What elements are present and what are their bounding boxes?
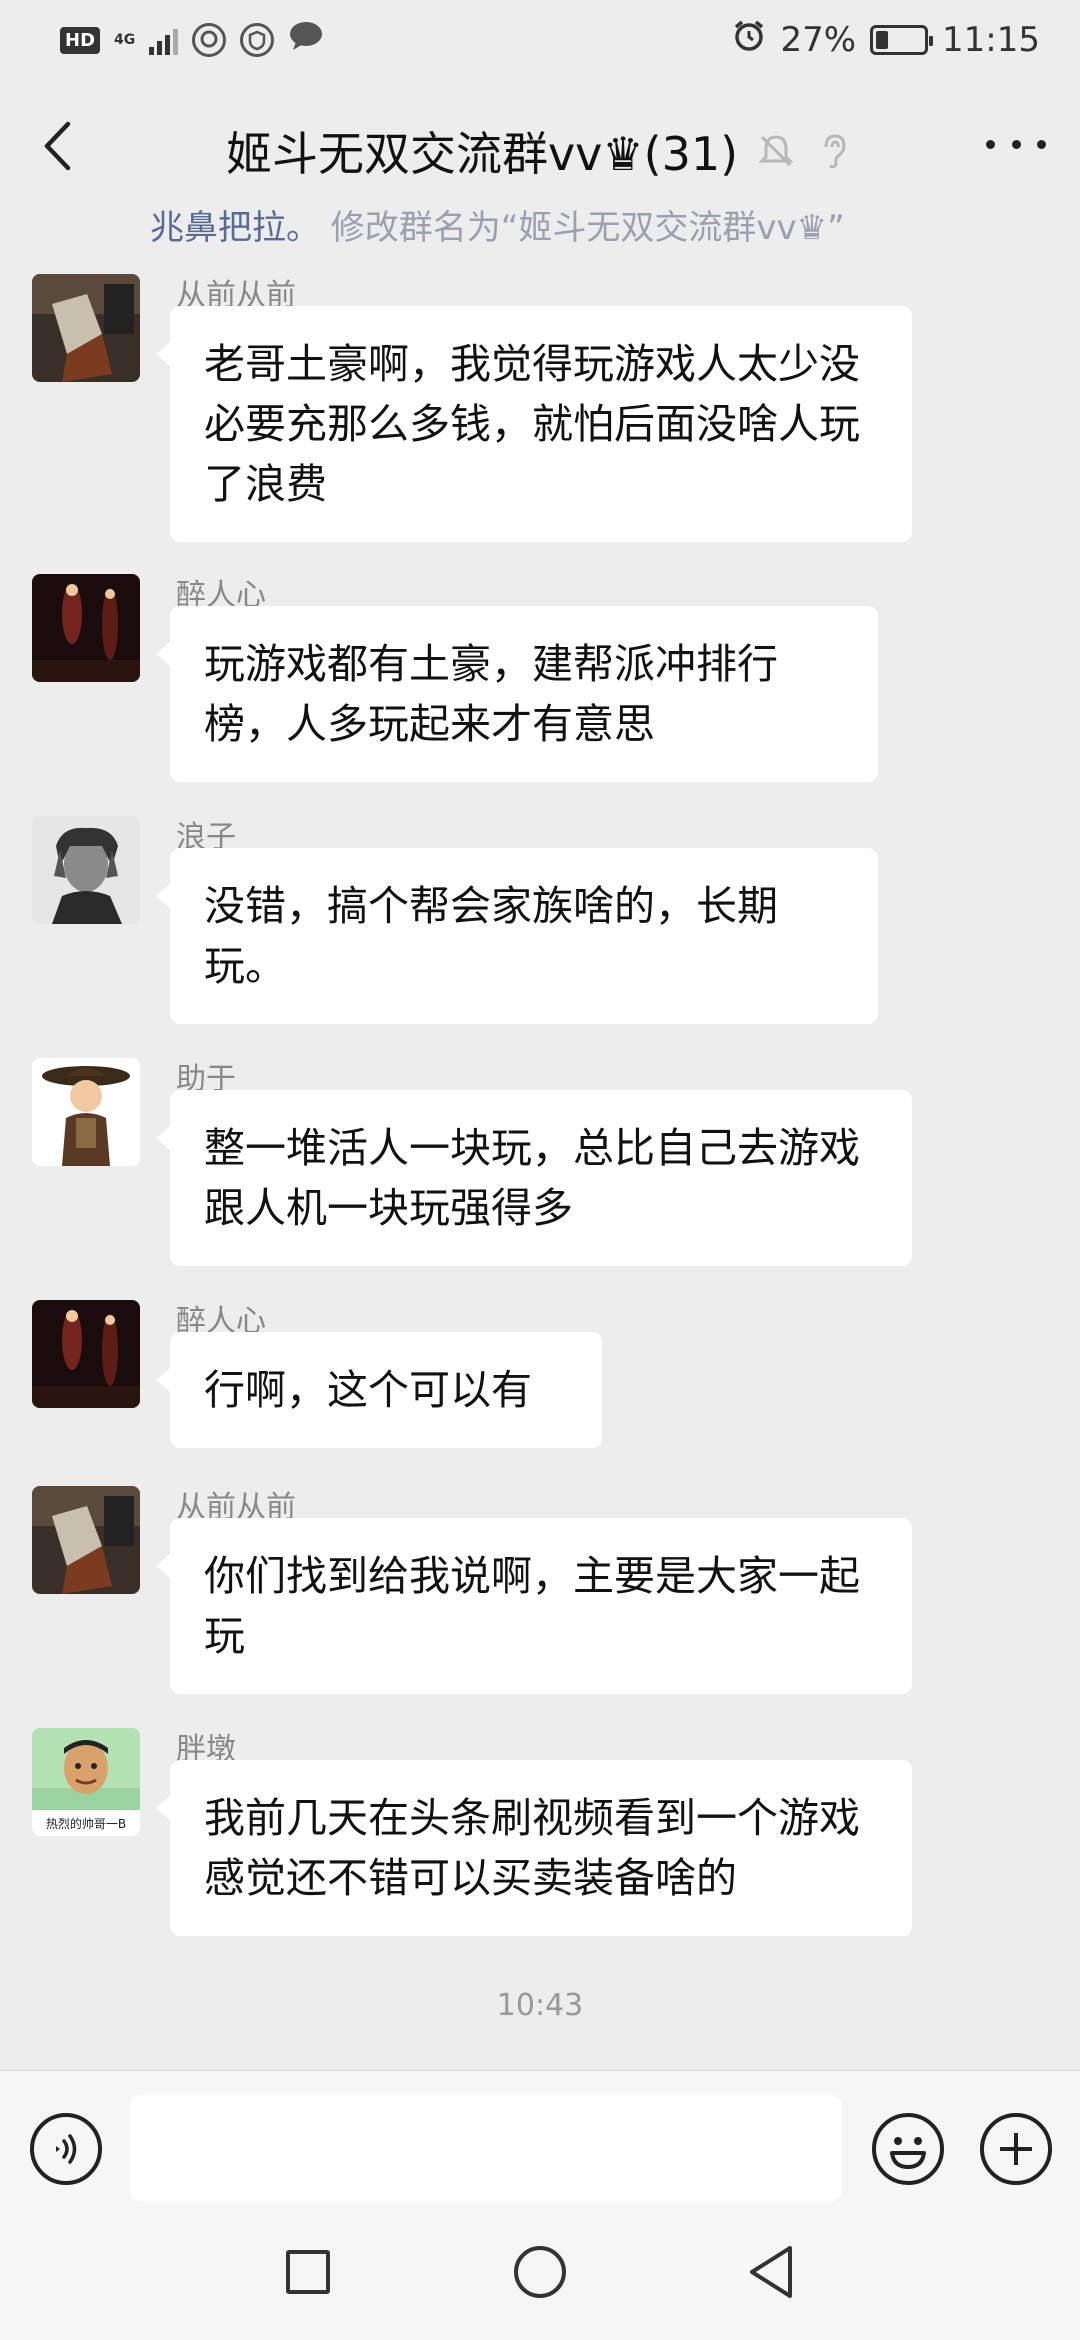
message-bubble[interactable]: 玩游戏都有土豪，建帮派冲排行榜，人多玩起来才有意思 bbox=[156, 606, 878, 782]
more-button[interactable] bbox=[986, 124, 1046, 164]
avatar-caption: 热烈的帅哥一B bbox=[46, 1816, 126, 1831]
notice-text: 修改群名为“姬斗无双交流群vv♛” bbox=[320, 210, 845, 248]
emoji-icon bbox=[890, 2137, 926, 2169]
message-text: 玩游戏都有土豪，建帮派冲排行榜，人多玩起来才有意思 bbox=[204, 640, 778, 748]
message-text: 老哥土豪啊，我觉得玩游戏人太少没必要充那么多钱，就怕后面没啥人玩了浪费 bbox=[204, 340, 860, 508]
voice-button[interactable] bbox=[30, 2113, 102, 2185]
message-bubble[interactable]: 老哥土豪啊，我觉得玩游戏人太少没必要充那么多钱，就怕后面没啥人玩了浪费 bbox=[156, 306, 912, 542]
plus-button[interactable] bbox=[980, 2113, 1052, 2185]
message-input[interactable] bbox=[130, 2095, 842, 2201]
shield-icon bbox=[240, 23, 275, 57]
message-bubble[interactable]: 你们找到给我说啊，主要是大家一起玩 bbox=[156, 1518, 912, 1694]
clock: 11:15 bbox=[942, 20, 1040, 60]
signal-icon bbox=[149, 25, 179, 55]
network-type: 4G bbox=[114, 32, 136, 48]
message-text: 整一堆活人一块玩，总比自己去游戏跟人机一块玩强得多 bbox=[204, 1124, 860, 1232]
status-left: HD 4G bbox=[60, 20, 324, 61]
recent-apps-icon[interactable] bbox=[286, 2250, 330, 2294]
message-bubble[interactable]: 我前几天在头条刷视频看到一个游戏 感觉还不错可以买卖装备啥的 bbox=[156, 1760, 912, 1936]
chat-icon bbox=[288, 20, 324, 61]
mute-bell-icon bbox=[756, 131, 796, 171]
status-right: 27% 11:15 bbox=[732, 19, 1040, 62]
input-bar bbox=[0, 2070, 1080, 2220]
avatar[interactable] bbox=[32, 1058, 140, 1166]
message-text: 行啊，这个可以有 bbox=[204, 1366, 532, 1414]
back-nav-icon[interactable] bbox=[746, 2244, 796, 2300]
avatar[interactable] bbox=[32, 274, 140, 382]
avatar[interactable]: 热烈的帅哥一B bbox=[32, 1728, 140, 1836]
system-notice: 兆鼻把拉。 修改群名为“姬斗无双交流群vv♛” bbox=[150, 210, 845, 249]
avatar[interactable] bbox=[32, 1300, 140, 1408]
hd-icon: HD bbox=[60, 26, 101, 54]
message-text: 你们找到给我说啊，主要是大家一起玩 bbox=[204, 1552, 860, 1660]
page-title: 姬斗无双交流群vv♛(31) bbox=[225, 127, 739, 181]
avatar[interactable] bbox=[32, 574, 140, 682]
message-text: 我前几天在头条刷视频看到一个游戏 感觉还不错可以买卖装备啥的 bbox=[204, 1794, 860, 1902]
ear-icon bbox=[814, 131, 854, 171]
home-icon[interactable] bbox=[514, 2246, 566, 2298]
emoji-button[interactable] bbox=[872, 2113, 944, 2185]
message-text: 没错，搞个帮会家族啥的，长期玩。 bbox=[204, 882, 778, 990]
message-bubble[interactable]: 没错，搞个帮会家族啥的，长期玩。 bbox=[156, 848, 878, 1024]
notice-name[interactable]: 兆鼻把拉。 bbox=[150, 210, 320, 248]
message-bubble[interactable]: 行啊，这个可以有 bbox=[156, 1332, 602, 1448]
chat-header: 姬斗无双交流群vv♛(31) bbox=[0, 80, 1080, 210]
chat-area[interactable]: 兆鼻把拉。 修改群名为“姬斗无双交流群vv♛” 从前从前 老哥土豪啊，我觉得玩游… bbox=[0, 210, 1080, 2070]
header-title-row: 姬斗无双交流群vv♛(31) bbox=[0, 118, 1080, 184]
system-nav-bar bbox=[0, 2220, 1080, 2340]
qq-icon bbox=[192, 23, 227, 57]
status-bar: HD 4G 27% 11:15 bbox=[0, 0, 1080, 80]
battery-icon bbox=[870, 25, 934, 55]
more-icon bbox=[986, 139, 995, 149]
avatar[interactable] bbox=[32, 1486, 140, 1594]
message-bubble[interactable]: 整一堆活人一块玩，总比自己去游戏跟人机一块玩强得多 bbox=[156, 1090, 912, 1266]
voice-icon bbox=[56, 2134, 77, 2164]
time-label: 10:43 bbox=[496, 1988, 584, 2023]
avatar[interactable] bbox=[32, 816, 140, 924]
alarm-icon bbox=[732, 19, 766, 62]
battery-percent: 27% bbox=[780, 20, 857, 60]
